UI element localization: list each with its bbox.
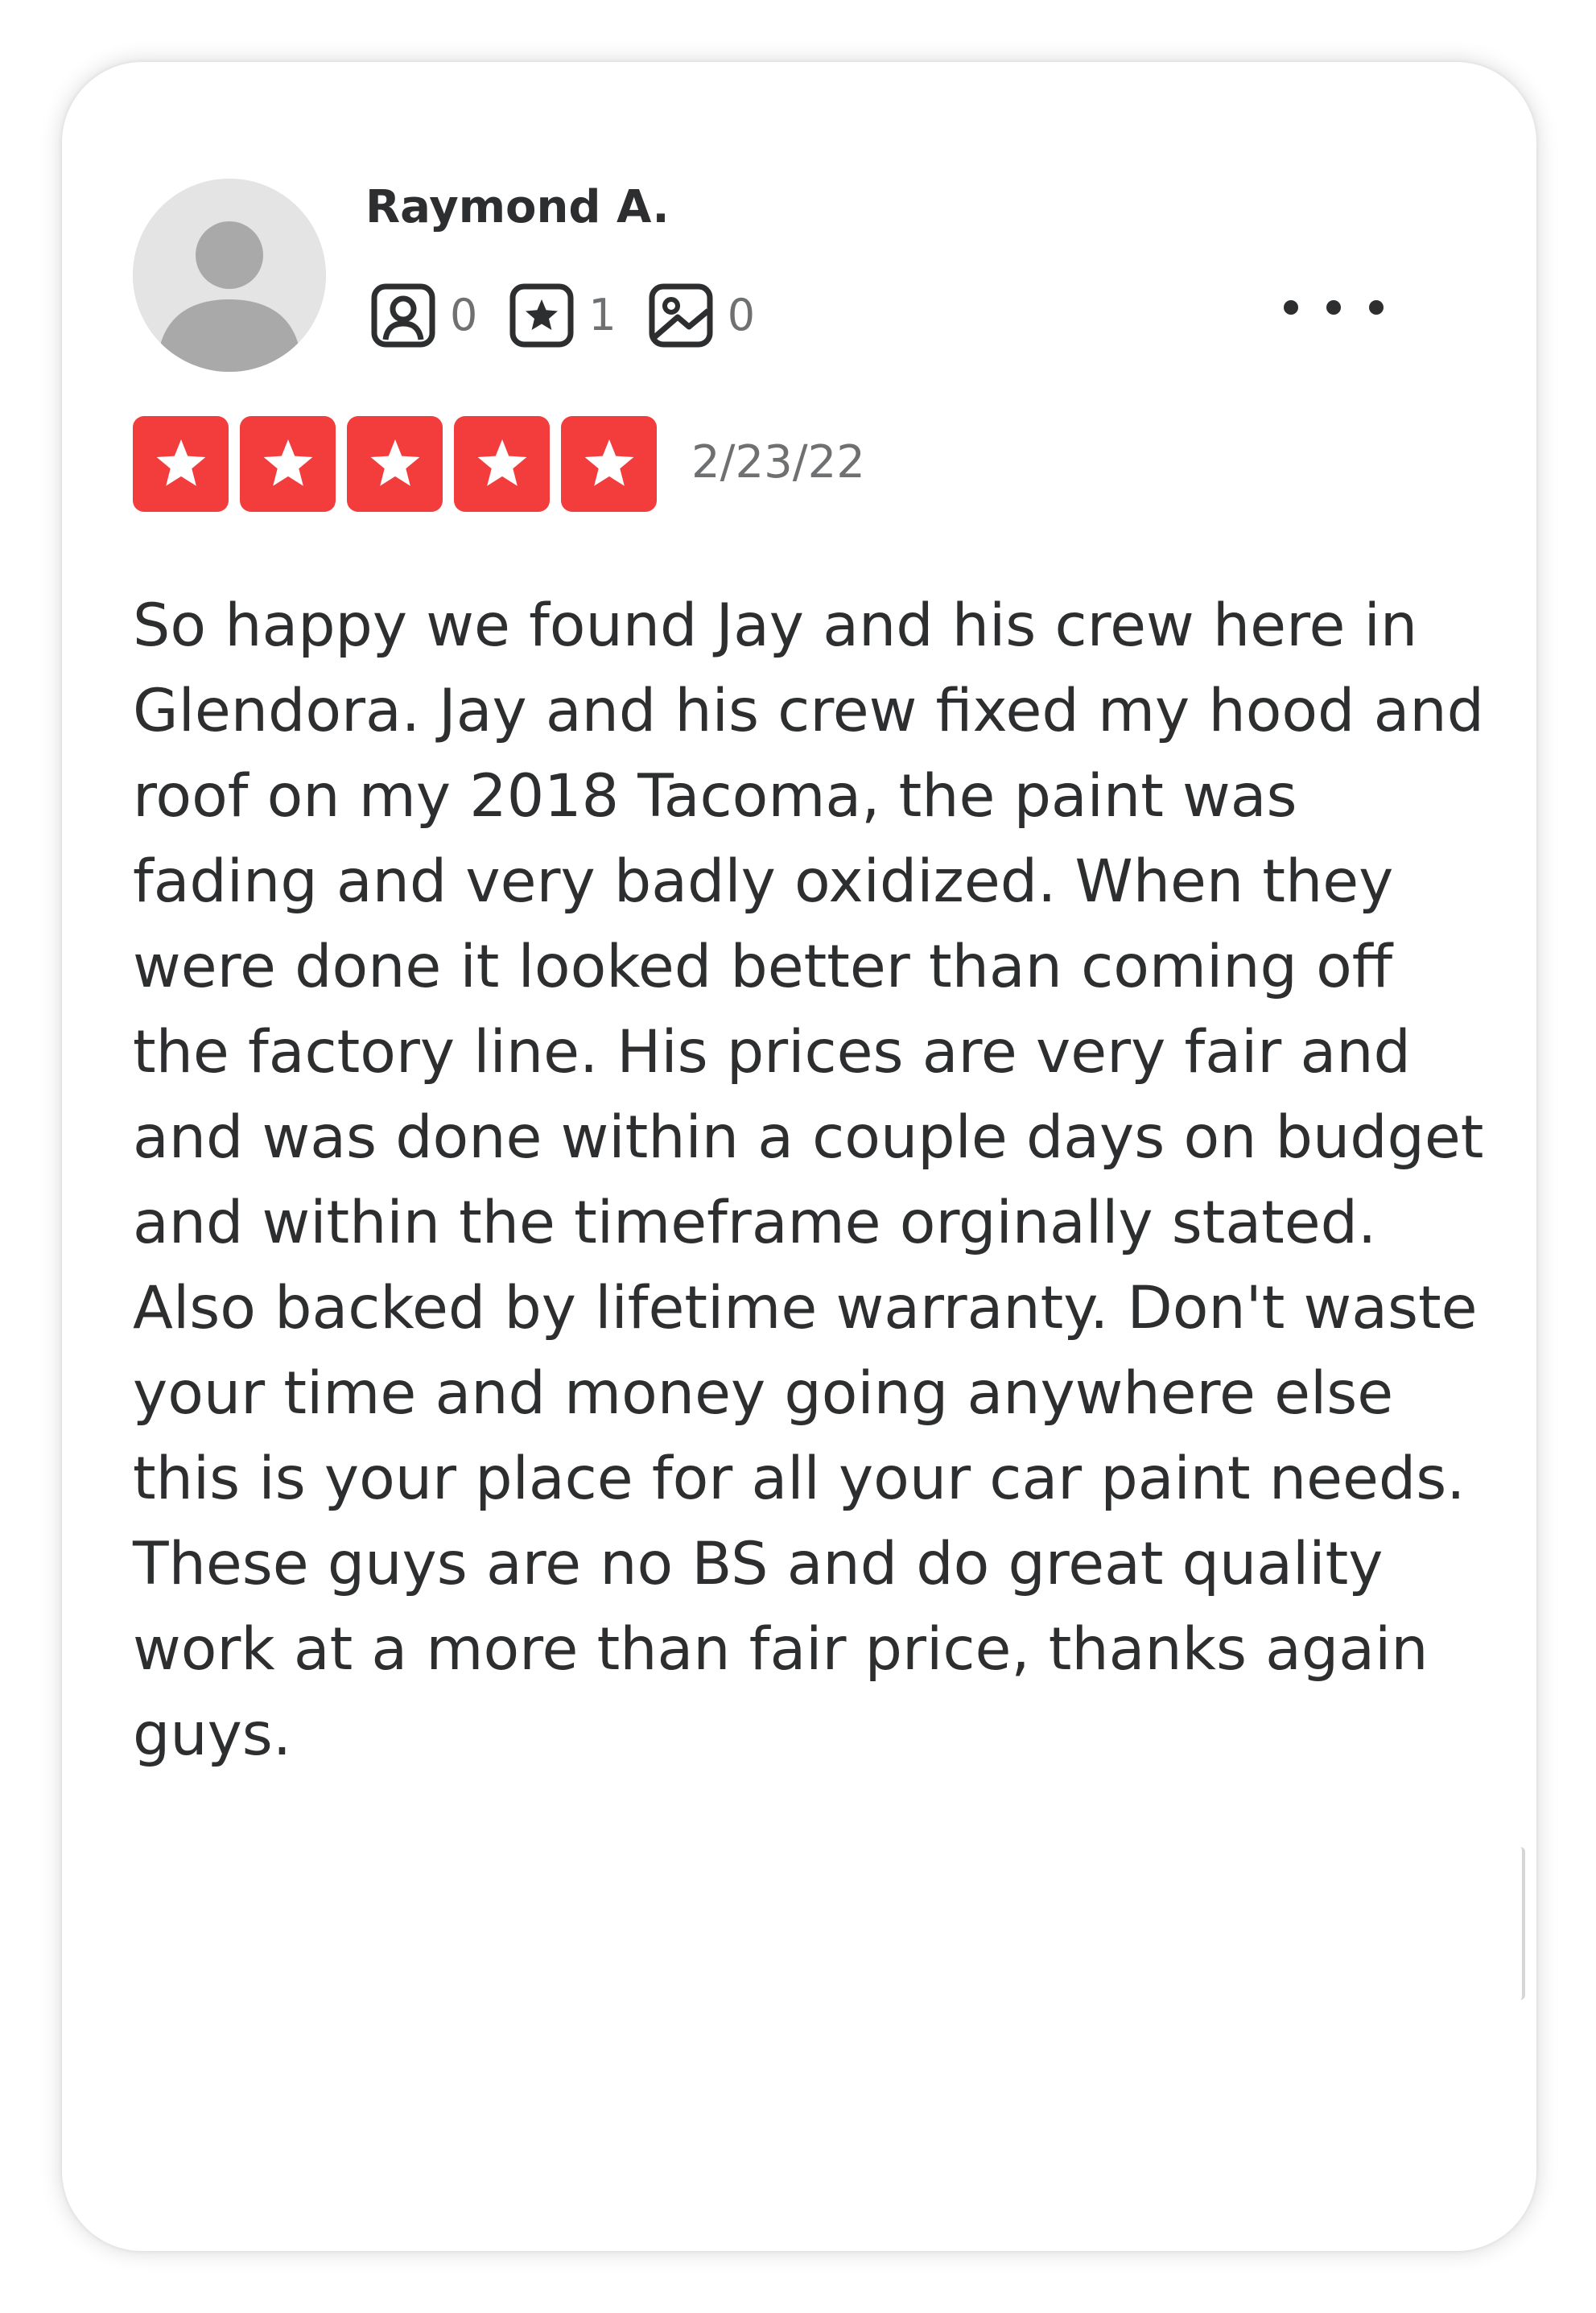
reviews-stat: 1 <box>508 282 617 349</box>
page: Raymond A. 0 1 0 2/23/22 So happy we fou… <box>0 0 1596 2313</box>
more-horizontal-icon <box>1284 300 1384 315</box>
rating-star-2 <box>240 416 336 512</box>
star-icon <box>156 439 205 486</box>
friends-count: 0 <box>450 290 478 340</box>
star-icon <box>477 439 526 486</box>
reviews-count: 1 <box>588 290 617 340</box>
user-placeholder-icon <box>133 179 326 372</box>
star-icon <box>370 439 419 486</box>
rating-star-1 <box>133 416 229 512</box>
rating-star-3 <box>347 416 443 512</box>
rating-star-5 <box>561 416 657 512</box>
star-icon <box>584 439 633 486</box>
author-name[interactable]: Raymond A. <box>365 181 670 233</box>
more-options-button[interactable] <box>1273 267 1394 348</box>
review-card: Raymond A. 0 1 0 2/23/22 So happy we fou… <box>62 62 1536 2251</box>
rating-star-4 <box>454 416 550 512</box>
avatar[interactable] <box>133 179 326 372</box>
photos-count: 0 <box>727 290 756 340</box>
star-rating <box>133 416 657 512</box>
star-icon <box>263 439 312 486</box>
review-star-icon <box>509 283 574 348</box>
photo-icon <box>649 283 713 348</box>
review-text: So happy we found Jay and his crew here … <box>133 592 1484 1769</box>
photos-stat: 0 <box>647 282 755 349</box>
author-stats: 0 1 0 <box>369 282 786 349</box>
friends-icon <box>371 283 435 348</box>
review-date: 2/23/22 <box>691 436 865 489</box>
friends-stat: 0 <box>369 282 477 349</box>
scrollbar-edge[interactable] <box>1516 1847 1525 2000</box>
